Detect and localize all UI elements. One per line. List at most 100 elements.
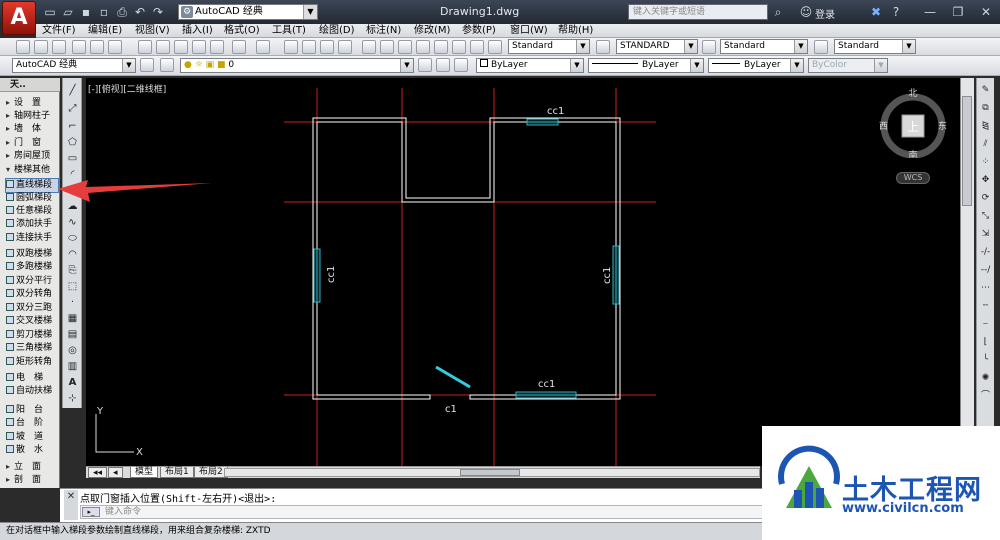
multiline-text-icon[interactable]: A [66,376,79,389]
wcs-menu[interactable]: WCS [896,172,930,184]
panel-item-1[interactable]: ▸ 轴网柱子 [6,109,58,122]
mirror-icon[interactable]: ⧎ [979,120,992,133]
panel-item-0[interactable]: ▸ 设 置 [6,96,58,109]
zoom-previous-icon[interactable] [338,40,352,54]
markup-icon[interactable] [434,40,448,54]
region-icon[interactable]: ◎ [66,344,79,357]
viewcube[interactable]: 上 北 南 西 东 [878,88,948,158]
panel-item-24[interactable]: 坡 道 [6,431,58,444]
design-center-icon[interactable] [380,40,394,54]
save-icon[interactable] [52,40,66,54]
panel-item-17[interactable]: 剪刀楼梯 [6,329,58,342]
stretch-icon[interactable]: ⇲ [979,228,992,241]
redo-icon[interactable] [256,40,270,54]
zoom-window-icon[interactable] [320,40,334,54]
dim-style-select[interactable]: STANDARD ▼ [616,39,698,54]
layer-previous-icon[interactable] [436,58,450,72]
rectangle-icon[interactable]: ▭ [66,152,79,165]
horizontal-scroll-thumb[interactable] [460,469,520,476]
line-icon[interactable]: ╱ [66,84,79,97]
close-icon[interactable]: ✕ [978,4,994,20]
vertical-scroll-thumb[interactable] [962,96,972,206]
menu-view[interactable]: 视图(V) [135,24,170,38]
hatch-icon[interactable]: ▦ [66,312,79,325]
panel-item-9[interactable]: 添加扶手 [6,218,58,231]
minimize-icon[interactable]: — [922,4,938,20]
table-icon[interactable]: ▥ [66,360,79,373]
spline-icon[interactable]: ∿ [66,216,79,229]
sheet-set-icon[interactable] [416,40,430,54]
panel-item-20[interactable]: 电 梯 [6,372,58,385]
binoculars-icon[interactable]: ⌕ [770,4,786,20]
panel-item-2[interactable]: ▸ 墙 体 [6,122,58,135]
undo-icon[interactable]: ↶ [132,4,148,20]
open-icon[interactable]: ▱ [60,4,76,20]
join-icon[interactable]: ⎯ [979,318,992,331]
dim-style-icon[interactable] [596,40,610,54]
block-editor-icon[interactable] [210,40,224,54]
saveas-icon[interactable]: ▫ [96,4,112,20]
text-style-select[interactable]: Standard ▼ [508,39,590,54]
polygon-icon[interactable]: ⬠ [66,136,79,149]
tool-palettes-icon[interactable] [398,40,412,54]
rotate-icon[interactable]: ⟳ [979,192,992,205]
menu-parametric[interactable]: 参数(P) [462,24,496,38]
command-window-close-icon[interactable]: ✕ [64,490,78,520]
scale-icon[interactable]: ⤡ [979,210,992,223]
preview-icon[interactable] [90,40,104,54]
point-icon[interactable]: · [66,296,79,309]
construction-line-icon[interactable]: ⤢ [66,102,79,115]
extend-icon[interactable]: --/ [979,264,992,277]
table-style-select[interactable]: Standard ▼ [720,39,808,54]
menu-file[interactable]: 文件(F) [42,24,76,38]
tab-model[interactable]: 模型 [130,467,159,478]
gradient-icon[interactable]: ▤ [66,328,79,341]
panel-item-7[interactable]: 圆弧梯段 [6,192,58,205]
move-icon[interactable]: ✥ [979,174,992,187]
tab-layout2[interactable]: 布局2 [194,467,228,478]
publish-icon[interactable] [108,40,122,54]
menu-dimension[interactable]: 标注(N) [366,24,401,38]
menu-edit[interactable]: 编辑(E) [88,24,122,38]
panel-item-22[interactable]: 阳 台 [6,404,58,417]
compass-south[interactable]: 南 [908,149,917,158]
panel-item-13[interactable]: 双分平行 [6,275,58,288]
panel-item-11[interactable]: 双跑楼梯 [6,248,58,261]
save-icon[interactable]: ▪ [78,4,94,20]
menu-window[interactable]: 窗口(W) [510,24,548,38]
panel-item-14[interactable]: 双分转角 [6,288,58,301]
panel-item-5[interactable]: ▾ 楼梯其他 [6,163,58,176]
tab-layout1[interactable]: 布局1 [160,467,194,478]
panel-item-6[interactable]: 直线梯段 [5,178,59,193]
new-icon[interactable]: ▭ [42,4,58,20]
linetype-select[interactable]: ByLayer ▼ [588,58,704,73]
lineweight-select[interactable]: ByLayer ▼ [708,58,804,73]
compass-west[interactable]: 西 [879,121,888,132]
undo-icon[interactable] [232,40,246,54]
menu-tools[interactable]: 工具(T) [272,24,306,38]
offset-icon[interactable]: ⫽ [979,138,992,151]
panel-item-23[interactable]: 台 阶 [6,417,58,430]
compass-east[interactable]: 东 [938,120,947,132]
color-select[interactable]: ByLayer ▼ [476,58,584,73]
chamfer-icon[interactable]: ⌊ [979,336,992,349]
help-icon[interactable] [470,40,484,54]
table-style-icon[interactable] [702,40,716,54]
compass-north[interactable]: 北 [908,88,917,99]
text-style-icon[interactable] [488,40,502,54]
layer-properties-icon[interactable] [160,58,174,72]
panel-item-16[interactable]: 交叉楼梯 [6,315,58,328]
panel-item-19[interactable]: 矩形转角 [6,356,58,369]
panel-item-18[interactable]: 三角楼梯 [6,342,58,355]
redo-icon[interactable]: ↷ [150,4,166,20]
polyline-icon[interactable]: ⌐ [66,120,79,133]
panel-item-8[interactable]: 任意梯段 [6,205,58,218]
tab-nav-prev[interactable]: ◂ [108,467,123,478]
fillet-icon[interactable]: ╰ [979,354,992,367]
break-at-point-icon[interactable]: ⋯ [979,282,992,295]
make-block-icon[interactable]: ⬚ [66,280,79,293]
pan-icon[interactable] [284,40,298,54]
panel-item-10[interactable]: 连接扶手 [6,232,58,245]
panel-item-25[interactable]: 散 水 [6,444,58,457]
layer-select[interactable]: ● ☼ ▣ ■ 0 ▼ [180,58,414,73]
